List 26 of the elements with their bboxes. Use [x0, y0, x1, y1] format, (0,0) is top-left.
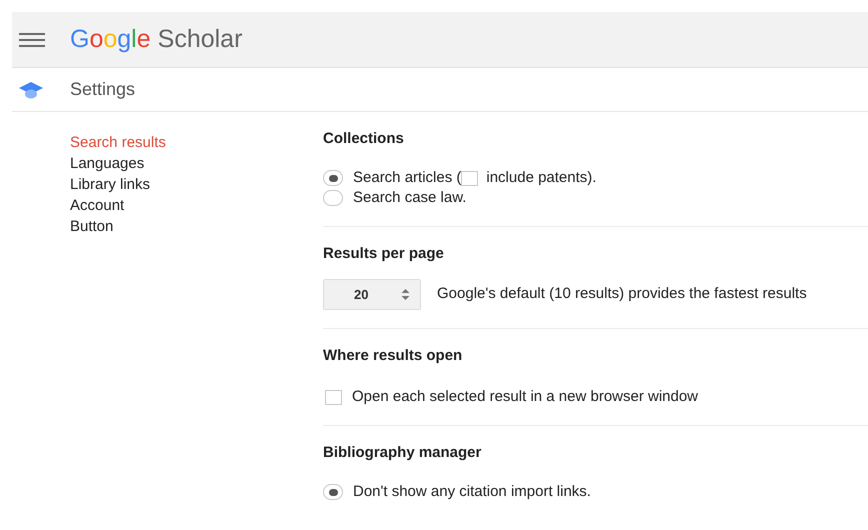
description-text: Google's default (10 results) provides the fastest results [437, 284, 807, 304]
stepper-icon [401, 288, 410, 301]
sidebar-link[interactable]: Button [70, 216, 323, 237]
sidebar-link[interactable]: Library links [70, 174, 323, 195]
option-label: Don't show any citation import links. [353, 482, 591, 502]
checkbox[interactable] [325, 390, 342, 404]
section-title: Where results open [323, 346, 464, 366]
sidebar-link[interactable]: Account [70, 195, 323, 216]
page-title: Settings [70, 78, 136, 101]
section-title: Collections [323, 129, 405, 149]
results-per-page-select[interactable]: 20 [323, 279, 421, 310]
radio-button[interactable] [323, 190, 343, 206]
option-label: Search case law. [353, 188, 466, 208]
radio-button[interactable] [323, 170, 343, 186]
option-label: include patents). [486, 168, 596, 188]
option-label: Open each selected result in a new browser window [352, 386, 698, 407]
section-title: Bibliography manager [323, 443, 482, 463]
radio-button[interactable] [323, 484, 343, 500]
option-label: Search articles ( [353, 168, 462, 188]
checkbox[interactable] [461, 170, 478, 186]
graduation-cap-icon [18, 80, 44, 98]
logo[interactable]: Google Scholar [70, 20, 242, 58]
section-title: Results per page [323, 244, 445, 264]
sidebar-link[interactable]: Search results [70, 132, 323, 153]
sidebar-link[interactable]: Languages [70, 153, 323, 174]
menu-icon[interactable] [19, 32, 45, 46]
